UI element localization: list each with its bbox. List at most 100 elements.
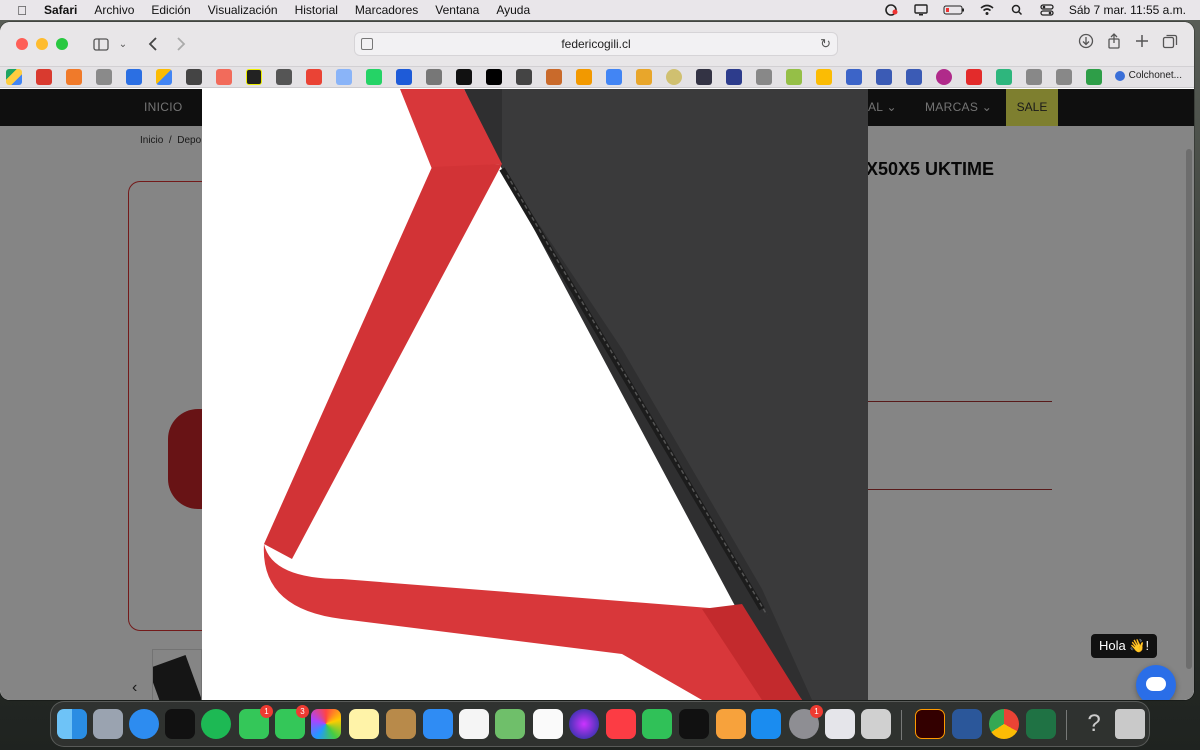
capcut-icon[interactable] [165, 709, 195, 739]
page-scrollbar[interactable] [1186, 149, 1192, 669]
forward-icon[interactable] [170, 33, 192, 55]
lightbox-image[interactable] [202, 89, 868, 700]
bookmark-s2-icon[interactable] [756, 69, 772, 85]
menu-archivo[interactable]: Archivo [94, 3, 134, 17]
system-settings-icon[interactable]: 1 [789, 705, 823, 739]
bookmark-globe-icon[interactable] [696, 69, 712, 85]
menu-visualizacion[interactable]: Visualización [208, 3, 278, 17]
bookmark-table2-icon[interactable] [906, 69, 922, 85]
menu-app-name[interactable]: Safari [44, 3, 77, 17]
bookmark-round-icon[interactable] [666, 69, 682, 85]
apple-menu-icon[interactable]:  [14, 3, 30, 18]
battery-icon[interactable] [943, 4, 965, 16]
bookmark-b-icon[interactable] [1056, 69, 1072, 85]
creative-cloud-icon[interactable] [883, 4, 899, 16]
help-icon[interactable]: ? [1079, 709, 1109, 739]
chrome-icon[interactable] [989, 709, 1019, 739]
bookmark-e-icon[interactable] [726, 69, 742, 85]
bookmark-chatgpt-icon[interactable] [186, 69, 202, 85]
close-window-button[interactable] [16, 38, 28, 50]
facetime-icon[interactable]: 3 [275, 705, 309, 739]
bookmark-colchonet[interactable]: Colchonet... [1106, 70, 1182, 81]
bookmark-gmail-icon[interactable] [306, 69, 322, 85]
keynote-icon[interactable] [423, 709, 453, 739]
menu-ventana[interactable]: Ventana [435, 3, 479, 17]
bookmark-v-icon[interactable] [1026, 69, 1042, 85]
bookmark-k-icon[interactable] [276, 69, 292, 85]
back-icon[interactable] [142, 33, 164, 55]
bookmark-co-icon[interactable] [846, 69, 862, 85]
menu-ayuda[interactable]: Ayuda [496, 3, 530, 17]
bookmark-whatsapp-icon[interactable] [366, 69, 382, 85]
control-center-icon[interactable] [1039, 4, 1055, 16]
bookmark-phone-icon[interactable] [996, 69, 1012, 85]
photos-icon[interactable] [311, 709, 341, 739]
bookmark-ads2-icon[interactable] [606, 69, 622, 85]
tab-overview-icon[interactable] [1162, 33, 1178, 49]
bookmark-notion-icon[interactable] [486, 69, 502, 85]
search-icon[interactable] [1009, 4, 1025, 16]
reload-icon[interactable]: ↻ [820, 36, 831, 52]
finder-icon[interactable] [57, 709, 87, 739]
sidebar-toggle-icon[interactable] [90, 33, 112, 55]
chat-greeting[interactable]: Hola 👋! [1091, 634, 1158, 658]
bookmark-c-icon[interactable] [96, 69, 112, 85]
bookmark-s-icon[interactable] [426, 69, 442, 85]
wifi-icon[interactable] [979, 4, 995, 16]
bookmark-shopify-icon[interactable] [786, 69, 802, 85]
bookmark-triangle-icon[interactable] [246, 69, 262, 85]
messages-icon[interactable]: 1 [239, 705, 273, 739]
bookmark-g-icon[interactable] [936, 69, 952, 85]
menu-clock[interactable]: Sáb 7 mar. 11:55 a.m. [1069, 3, 1186, 17]
chat-button[interactable] [1136, 665, 1176, 700]
excel-icon[interactable] [1026, 709, 1056, 739]
notes-icon[interactable] [349, 709, 379, 739]
maps-icon[interactable] [495, 709, 525, 739]
bookmark-h-icon[interactable] [966, 69, 982, 85]
spotify-icon[interactable] [201, 709, 231, 739]
word-icon[interactable] [952, 709, 982, 739]
contacts-icon[interactable] [386, 709, 416, 739]
trash-icon[interactable] [1115, 709, 1145, 739]
bookmark-ads3-icon[interactable] [816, 69, 832, 85]
site-settings-icon[interactable] [361, 38, 373, 50]
minimize-window-button[interactable] [36, 38, 48, 50]
bookmark-red-icon[interactable] [36, 69, 52, 85]
reminders-icon[interactable] [533, 709, 563, 739]
menu-marcadores[interactable]: Marcadores [355, 3, 418, 17]
bookmark-dark-icon[interactable] [456, 69, 472, 85]
bookmark-chevron-icon[interactable] [546, 69, 562, 85]
calculator-icon[interactable] [861, 709, 891, 739]
music-icon[interactable] [606, 709, 636, 739]
pages-icon[interactable] [716, 709, 746, 739]
bookmark-analytics-icon[interactable] [576, 69, 592, 85]
bookmark-star-icon[interactable] [216, 69, 232, 85]
apple-tv-icon[interactable] [679, 709, 709, 739]
menu-historial[interactable]: Historial [295, 3, 338, 17]
numbers-icon[interactable] [642, 709, 672, 739]
siri-icon[interactable] [569, 709, 599, 739]
freeform-icon[interactable] [459, 709, 489, 739]
launchpad-icon[interactable] [93, 709, 123, 739]
bookmark-orange-icon[interactable] [66, 69, 82, 85]
display-icon[interactable] [913, 4, 929, 16]
bookmark-drive-icon[interactable] [6, 69, 22, 85]
zoom-window-button[interactable] [56, 38, 68, 50]
address-bar[interactable]: federicogili.cl ↻ [354, 32, 838, 56]
menu-edicion[interactable]: Edición [151, 3, 190, 17]
downloads-icon[interactable] [1078, 33, 1094, 49]
share-icon[interactable] [1106, 33, 1122, 49]
chevron-down-icon[interactable]: ⌄ [112, 33, 134, 55]
bookmark-sheets-icon[interactable] [1086, 69, 1102, 85]
bookmark-forms-icon[interactable] [396, 69, 412, 85]
app-store-icon[interactable] [751, 709, 781, 739]
bookmark-meta-icon[interactable] [126, 69, 142, 85]
bookmark-table-icon[interactable] [876, 69, 892, 85]
illustrator-icon[interactable] [915, 709, 945, 739]
safari-icon[interactable] [129, 709, 159, 739]
bookmark-ads-icon[interactable] [156, 69, 172, 85]
bookmark-yellow-icon[interactable] [636, 69, 652, 85]
bookmark-zigzag-icon[interactable] [516, 69, 532, 85]
bookmark-docs-icon[interactable] [336, 69, 352, 85]
new-tab-icon[interactable] [1134, 33, 1150, 49]
